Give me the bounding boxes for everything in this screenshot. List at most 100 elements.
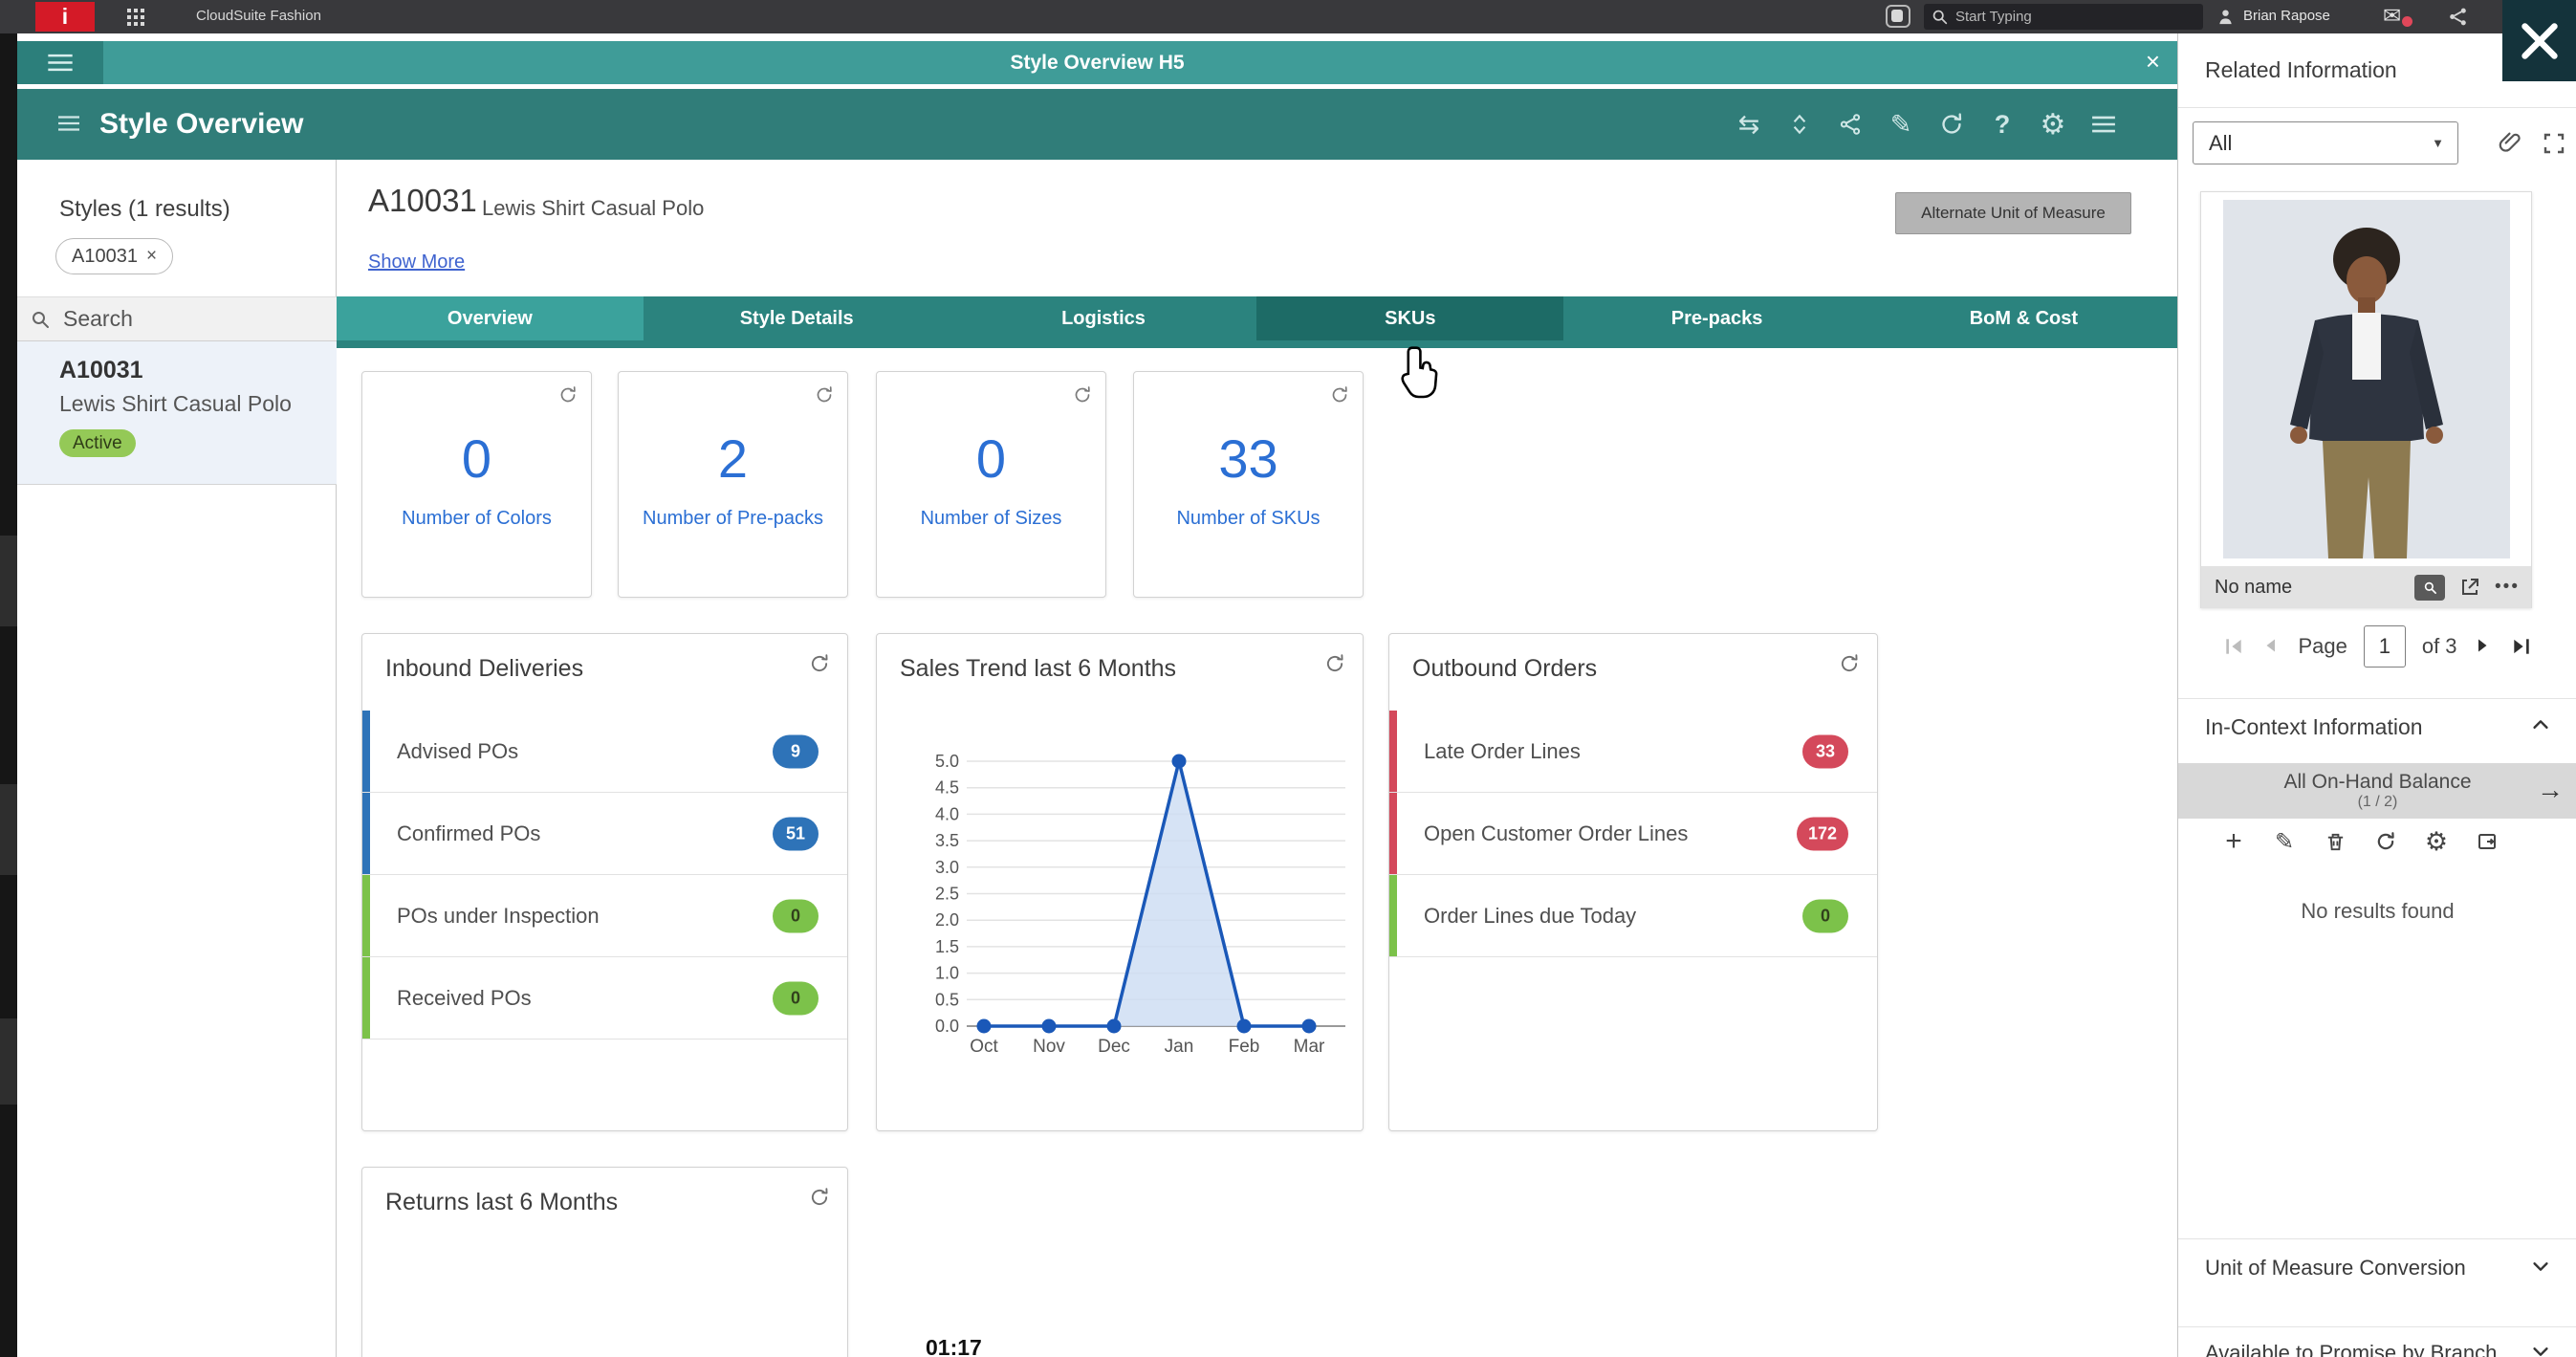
delete-icon[interactable] xyxy=(2323,829,2347,854)
previous-page-icon[interactable] xyxy=(2260,636,2281,657)
svg-text:1.0: 1.0 xyxy=(935,964,959,983)
share-icon[interactable] xyxy=(2448,7,2468,27)
expand-vertical-icon[interactable] xyxy=(1785,110,1814,139)
svg-text:0.5: 0.5 xyxy=(935,990,959,1009)
tab-bar: Overview Style Details Logistics SKUs Pr… xyxy=(337,296,2177,348)
page-input[interactable] xyxy=(2364,625,2406,668)
kpi-label: Number of Colors xyxy=(362,508,591,530)
svg-text:4.0: 4.0 xyxy=(935,804,959,823)
open-in-new-icon[interactable] xyxy=(2458,576,2481,599)
kpi-label: Number of SKUs xyxy=(1134,508,1363,530)
kpi-card-sizes[interactable]: 0 Number of Sizes xyxy=(876,371,1106,598)
user-name[interactable]: Brian Rapose xyxy=(2243,8,2330,24)
last-page-icon[interactable] xyxy=(2511,636,2532,657)
refresh-icon[interactable] xyxy=(1839,653,1860,674)
export-icon[interactable] xyxy=(2475,829,2500,854)
help-icon[interactable]: ? xyxy=(1988,110,2017,139)
chevron-up-icon[interactable] xyxy=(2530,714,2551,735)
chevron-down-icon[interactable] xyxy=(2530,1256,2551,1277)
tab-logistics[interactable]: Logistics xyxy=(950,296,1257,340)
color-bar xyxy=(362,793,370,874)
refresh-icon[interactable] xyxy=(1330,385,1349,405)
chip-close-icon[interactable]: × xyxy=(146,246,157,267)
attachment-icon[interactable] xyxy=(2498,130,2522,155)
display-icon[interactable] xyxy=(1886,5,1910,28)
mail-icon[interactable]: ✉ xyxy=(2383,3,2401,29)
styles-sidebar: Styles (1 results) A10031 × A10031 Lewis… xyxy=(17,160,337,1357)
menu-icon[interactable] xyxy=(2089,110,2118,139)
context-toolbar: + ✎ ⚙ xyxy=(2221,829,2508,854)
edit-icon[interactable]: ✎ xyxy=(2272,829,2297,854)
tab-bom-cost[interactable]: BoM & Cost xyxy=(1870,296,2177,340)
modal-close-icon[interactable]: × xyxy=(2146,41,2160,84)
refresh-icon[interactable] xyxy=(1937,110,1966,139)
arrow-right-icon[interactable]: → xyxy=(2537,775,2564,805)
list-item[interactable]: Late Order Lines 33 xyxy=(1389,711,1877,793)
add-icon[interactable]: + xyxy=(2221,829,2246,854)
list-item[interactable]: Received POs 0 xyxy=(362,957,847,1040)
global-search-input[interactable] xyxy=(1955,9,2156,25)
fullscreen-icon[interactable] xyxy=(2543,132,2565,155)
settings-icon[interactable]: ⚙ xyxy=(2424,829,2449,854)
refresh-icon[interactable] xyxy=(558,385,578,405)
section-uom-conversion[interactable]: Unit of Measure Conversion xyxy=(2205,1256,2466,1280)
kpi-card-pre-packs[interactable]: 2 Number of Pre-packs xyxy=(618,371,848,598)
mail-notification-dot xyxy=(2402,16,2412,27)
kpi-value: 0 xyxy=(362,427,591,490)
refresh-icon[interactable] xyxy=(1324,653,1345,674)
row-label: Confirmed POs xyxy=(397,793,540,874)
section-atp-by-branch[interactable]: Available to Promise by Branch xyxy=(2205,1341,2497,1357)
first-page-icon[interactable] xyxy=(2223,636,2244,657)
style-list-item[interactable]: A10031 Lewis Shirt Casual Polo Active xyxy=(17,341,337,485)
kpi-card-skus[interactable]: 33 Number of SKUs xyxy=(1133,371,1364,598)
product-image-card[interactable]: No name ••• xyxy=(2200,191,2532,608)
share-icon[interactable] xyxy=(1836,110,1865,139)
list-item[interactable]: Open Customer Order Lines 172 xyxy=(1389,793,1877,875)
list-item[interactable]: Advised POs 9 xyxy=(362,711,847,793)
infor-logo[interactable]: i xyxy=(35,2,95,32)
count-badge: 0 xyxy=(773,981,819,1015)
sidebar-search[interactable] xyxy=(17,296,337,341)
svg-text:Oct: Oct xyxy=(970,1037,998,1057)
alternate-uom-button[interactable]: Alternate Unit of Measure xyxy=(1895,192,2131,234)
refresh-icon[interactable] xyxy=(2373,829,2398,854)
kpi-label: Number of Sizes xyxy=(877,508,1105,530)
settings-icon[interactable]: ⚙ xyxy=(2039,110,2067,139)
show-more-link[interactable]: Show More xyxy=(368,252,465,274)
swap-icon[interactable]: ⇆ xyxy=(1735,110,1763,139)
refresh-icon[interactable] xyxy=(815,385,834,405)
tab-pre-packs[interactable]: Pre-packs xyxy=(1563,296,1870,340)
image-search-icon[interactable] xyxy=(2414,575,2445,601)
svg-text:Dec: Dec xyxy=(1098,1037,1130,1057)
next-page-icon[interactable] xyxy=(2474,636,2495,657)
tab-overview[interactable]: Overview xyxy=(337,296,644,340)
row-label: POs under Inspection xyxy=(397,875,600,956)
top-system-bar: i CloudSuite Fashion Brian Rapose ✉ xyxy=(0,0,2576,33)
kpi-card-colors[interactable]: 0 Number of Colors xyxy=(361,371,592,598)
row-label: Open Customer Order Lines xyxy=(1424,793,1688,874)
app-grid-icon[interactable] xyxy=(126,8,145,27)
list-item[interactable]: Order Lines due Today 0 xyxy=(1389,875,1877,957)
close-workspace-button[interactable] xyxy=(2502,0,2576,81)
background-app-strip xyxy=(0,33,17,1357)
outbound-orders-widget: Outbound Orders Late Order Lines 33 Open… xyxy=(1388,633,1878,1131)
page-label: Page xyxy=(2298,634,2347,659)
list-item[interactable]: Confirmed POs 51 xyxy=(362,793,847,875)
chevron-down-icon: ▼ xyxy=(2432,136,2444,150)
chevron-down-icon[interactable] xyxy=(2530,1341,2551,1357)
tab-style-details[interactable]: Style Details xyxy=(644,296,950,340)
edit-icon[interactable]: ✎ xyxy=(1887,110,1915,139)
global-search[interactable] xyxy=(1924,4,2203,30)
refresh-icon[interactable] xyxy=(809,1187,830,1208)
related-filter-select[interactable]: All ▼ xyxy=(2193,121,2458,164)
list-item[interactable]: POs under Inspection 0 xyxy=(362,875,847,957)
tab-skus[interactable]: SKUs xyxy=(1256,296,1563,340)
more-icon[interactable]: ••• xyxy=(2495,577,2520,598)
refresh-icon[interactable] xyxy=(809,653,830,674)
page-menu-button[interactable] xyxy=(57,116,80,131)
widget-title: Returns last 6 Months xyxy=(385,1189,618,1216)
sidebar-search-input[interactable] xyxy=(63,306,293,332)
context-section-bar[interactable]: All On-Hand Balance (1 / 2) → xyxy=(2178,763,2576,819)
refresh-icon[interactable] xyxy=(1073,385,1092,405)
filter-chip[interactable]: A10031 × xyxy=(55,238,173,274)
